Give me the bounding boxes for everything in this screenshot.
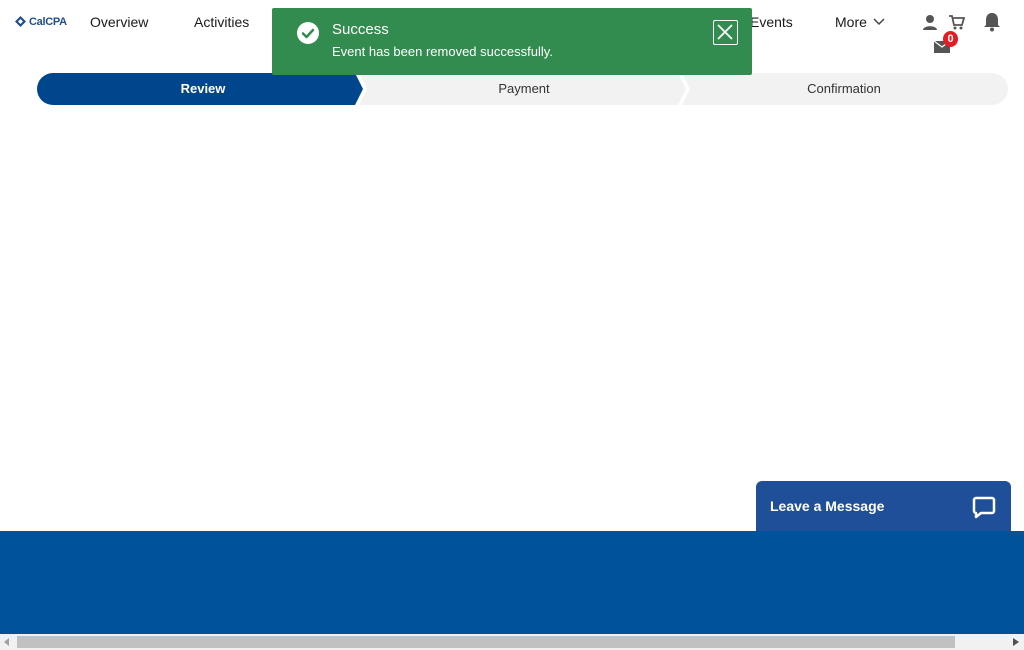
leave-message-button[interactable]: Leave a Message [756, 481, 1011, 531]
bell-icon[interactable] [983, 12, 1001, 37]
step-review[interactable]: Review [77, 81, 329, 96]
success-toast: Success Event has been removed successfu… [272, 8, 752, 75]
user-icon[interactable] [922, 14, 938, 35]
toast-close-button[interactable] [713, 20, 738, 45]
logo-text: CalCPA [29, 15, 67, 28]
page-footer [0, 531, 1024, 634]
close-icon [717, 24, 733, 40]
nav-item-more[interactable]: More [835, 14, 885, 30]
nav-more-label: More [835, 14, 867, 30]
step-payment[interactable]: Payment [397, 81, 651, 96]
step-confirmation[interactable]: Confirmation [717, 81, 971, 96]
toast-message: Event has been removed successfully. [332, 44, 553, 59]
leave-message-label: Leave a Message [770, 498, 885, 514]
checkout-stepper: Review Payment Confirmation [37, 73, 1008, 105]
scroll-left-arrow-icon[interactable] [4, 638, 10, 646]
nav-item-activities[interactable]: Activities [194, 14, 249, 30]
calcpa-logo[interactable]: CalCPA [14, 15, 67, 28]
logo-mark-icon [15, 16, 26, 27]
scroll-right-arrow-icon[interactable] [1013, 638, 1019, 646]
mail-count-badge: 0 [943, 31, 958, 47]
chat-bubble-icon [972, 496, 996, 519]
toast-title: Success [332, 21, 389, 38]
chevron-down-icon [873, 18, 885, 26]
check-circle-icon [297, 22, 319, 44]
nav-item-events[interactable]: Events [750, 14, 793, 30]
scrollbar-thumb[interactable] [17, 636, 955, 648]
horizontal-scrollbar[interactable] [0, 634, 1024, 650]
nav-item-overview[interactable]: Overview [90, 14, 148, 30]
